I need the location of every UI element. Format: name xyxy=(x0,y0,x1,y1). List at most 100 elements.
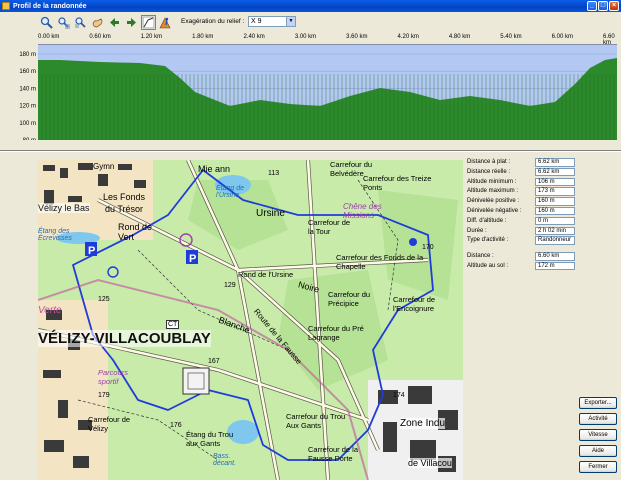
map-label-du-tresor: du Trésor xyxy=(105,204,144,214)
svg-text:P: P xyxy=(88,245,95,257)
map-label-carrefour-fausse-porte: Carrefour de la Fausse Porte xyxy=(308,445,359,463)
distance-tick: 3.60 km xyxy=(346,34,368,40)
map-label-179: 179 xyxy=(98,392,110,399)
svg-text:P: P xyxy=(189,253,196,265)
grid-icon[interactable] xyxy=(141,14,156,30)
altitude-tick: 120 m xyxy=(19,104,36,110)
stat-label: Altitude maximum : xyxy=(467,188,519,195)
map-label-bass-decant: Bass. décant. xyxy=(213,453,236,467)
map-label-176: 176 xyxy=(170,422,182,429)
distance-tick: 4.80 km xyxy=(448,34,471,40)
stat-label: Type d'activité : xyxy=(467,237,509,244)
title-bar: Profil de la randonnée _ □ × xyxy=(0,0,621,12)
map-label-rond-de-vert: Rond de Vert xyxy=(118,222,153,242)
hand-pan-icon[interactable] xyxy=(90,15,105,30)
stat-value: Randonneur xyxy=(535,236,575,245)
stat-label: Durée : xyxy=(467,227,487,234)
map-label-rond-ursine: Rond de l'Ursine xyxy=(238,270,294,279)
stats-panel: Distance à plat : 6.62 km Distance réelle … xyxy=(467,158,617,272)
distance-tick: 2.40 km xyxy=(243,34,265,40)
zoom-out-icon[interactable] xyxy=(56,15,71,30)
activity-button[interactable]: Activité xyxy=(579,413,617,425)
map-label-zone-indu: Zone Indu xyxy=(400,418,446,429)
stat-row: Dénivelée positive : 160 m xyxy=(467,197,617,207)
map-label-verte: Verte xyxy=(38,305,62,316)
map-label-125: 125 xyxy=(98,296,110,303)
export-button[interactable]: Exporter... xyxy=(579,397,617,409)
stat-label: Dénivelée positive : xyxy=(467,198,520,205)
app-icon xyxy=(2,2,10,10)
distance-tick: 6.00 km xyxy=(551,34,573,40)
close-button[interactable]: Fermer xyxy=(579,461,617,473)
stat-value: 172 m xyxy=(535,261,575,271)
cursor-stat-row: Altitude au sol : 172 m xyxy=(467,261,617,272)
stat-value: 6.60 km xyxy=(535,252,575,261)
altitude-tick: 160 m xyxy=(19,69,36,75)
map-label-gymn: Gymn xyxy=(93,162,115,171)
zoom-in-icon[interactable] xyxy=(39,15,54,30)
map-label-carrefour-tour: Carrefour de la Tour xyxy=(308,218,351,236)
zoom-out-more-icon[interactable] xyxy=(73,15,88,30)
map-label-ursine: Ursine xyxy=(256,208,285,219)
stat-label: Altitude minimum : xyxy=(467,178,517,185)
maximize-button[interactable]: □ xyxy=(598,1,608,11)
map-label-carrefour-trou-gants: Carrefour du Trou Aux Gants xyxy=(286,412,346,430)
stat-value: 160 m xyxy=(535,197,575,206)
stat-label: Distance à plat : xyxy=(467,159,511,165)
speed-button[interactable]: Vitesse xyxy=(579,429,617,441)
map-label-ct: CT xyxy=(166,320,180,329)
stat-value: 6.62 km xyxy=(535,167,575,177)
distance-tick: 1.20 km xyxy=(140,34,163,40)
map-label-174: 174 xyxy=(393,392,405,399)
stat-value: 173 m xyxy=(535,187,575,196)
arrow-right-icon[interactable] xyxy=(124,15,139,30)
map-label-167: 167 xyxy=(208,358,220,365)
stat-value: 106 m xyxy=(535,177,575,187)
stat-row: Type d'activité : Randonneur xyxy=(467,236,617,246)
distance-tick: 4.20 km xyxy=(397,34,419,40)
map-label-carrefour-trou-gants-etang: Étang du Trou aux Gants xyxy=(186,430,234,448)
distance-tick: 1.80 km xyxy=(192,34,214,40)
chevron-down-icon[interactable]: ▼ xyxy=(286,17,295,26)
map-label-170: 170 xyxy=(422,244,434,251)
arrow-left-icon[interactable] xyxy=(107,15,122,30)
map-label-carrefour-treize-ponts: Carrefour des Treize Ponts xyxy=(363,174,432,192)
close-window-button[interactable]: × xyxy=(609,1,619,11)
topo-map[interactable]: P P Gymn Mie ann 113 Vélizy le Bas Les F… xyxy=(38,160,463,480)
altitude-tick: 140 m xyxy=(19,86,36,92)
help-button[interactable]: Aide xyxy=(579,445,617,457)
stat-label: Diff. d'altitude : xyxy=(467,217,507,224)
stat-row: Altitude minimum : 106 m xyxy=(467,177,617,188)
hiker-icon[interactable] xyxy=(158,15,173,30)
stat-label: Altitude au sol : xyxy=(467,262,509,269)
minimize-button[interactable]: _ xyxy=(587,1,597,11)
map-label-carrefour-velizy: Carrefour de Vélizy xyxy=(88,415,131,433)
stat-label: Distance : xyxy=(467,253,494,260)
stat-value: 0 m xyxy=(535,216,575,226)
map-label-mie-ann: Mie ann xyxy=(198,164,231,174)
altitude-tick: 80 m xyxy=(23,138,36,140)
map-label-etang-ecrevisses: Étang des Écrevisses xyxy=(38,228,72,242)
stat-value: 160 m xyxy=(535,206,575,216)
stat-row: Durée : 2 h 02 min xyxy=(467,226,617,237)
exaggeration-value: X 9 xyxy=(251,18,262,25)
map-label-velizy-villacoublay: VÉLIZY-VILLACOUBLAY xyxy=(38,330,211,347)
splitter[interactable] xyxy=(0,150,621,152)
toolbar xyxy=(0,12,621,32)
distance-tick: 0.00 km xyxy=(38,34,60,40)
cursor-stat-row: Distance : 6.60 km xyxy=(467,252,617,262)
map-label-parcours-sportif: Parcours sportif xyxy=(98,368,129,386)
stat-row: Diff. d'altitude : 0 m xyxy=(467,216,617,227)
map-label-carrefour-precipice: Carrefour du Précipice xyxy=(328,290,371,308)
exaggeration-select[interactable]: X 9 ▼ xyxy=(248,16,296,27)
distance-scale: 0.00 km 0.60 km 1.20 km 1.80 km 2.40 km 3.00 … xyxy=(0,32,621,46)
map-label-carrefour-pre-lagrange: Carrefour du Pré Lagrange xyxy=(308,324,364,342)
exaggeration-label: Exagération du relief : xyxy=(181,18,245,25)
elevation-profile[interactable]: 180 m 160 m 140 m 120 m 100 m 80 m xyxy=(0,44,621,140)
map-label-129: 129 xyxy=(224,282,236,289)
map-label-velizy-bas: Vélizy le Bas xyxy=(38,203,90,213)
stat-row: Altitude maximum : 173 m xyxy=(467,187,617,197)
distance-tick: 3.00 km xyxy=(294,34,317,40)
profile-chart: 180 m 160 m 140 m 120 m 100 m 80 m xyxy=(19,44,617,140)
stat-label: Distance réelle : xyxy=(467,168,511,175)
